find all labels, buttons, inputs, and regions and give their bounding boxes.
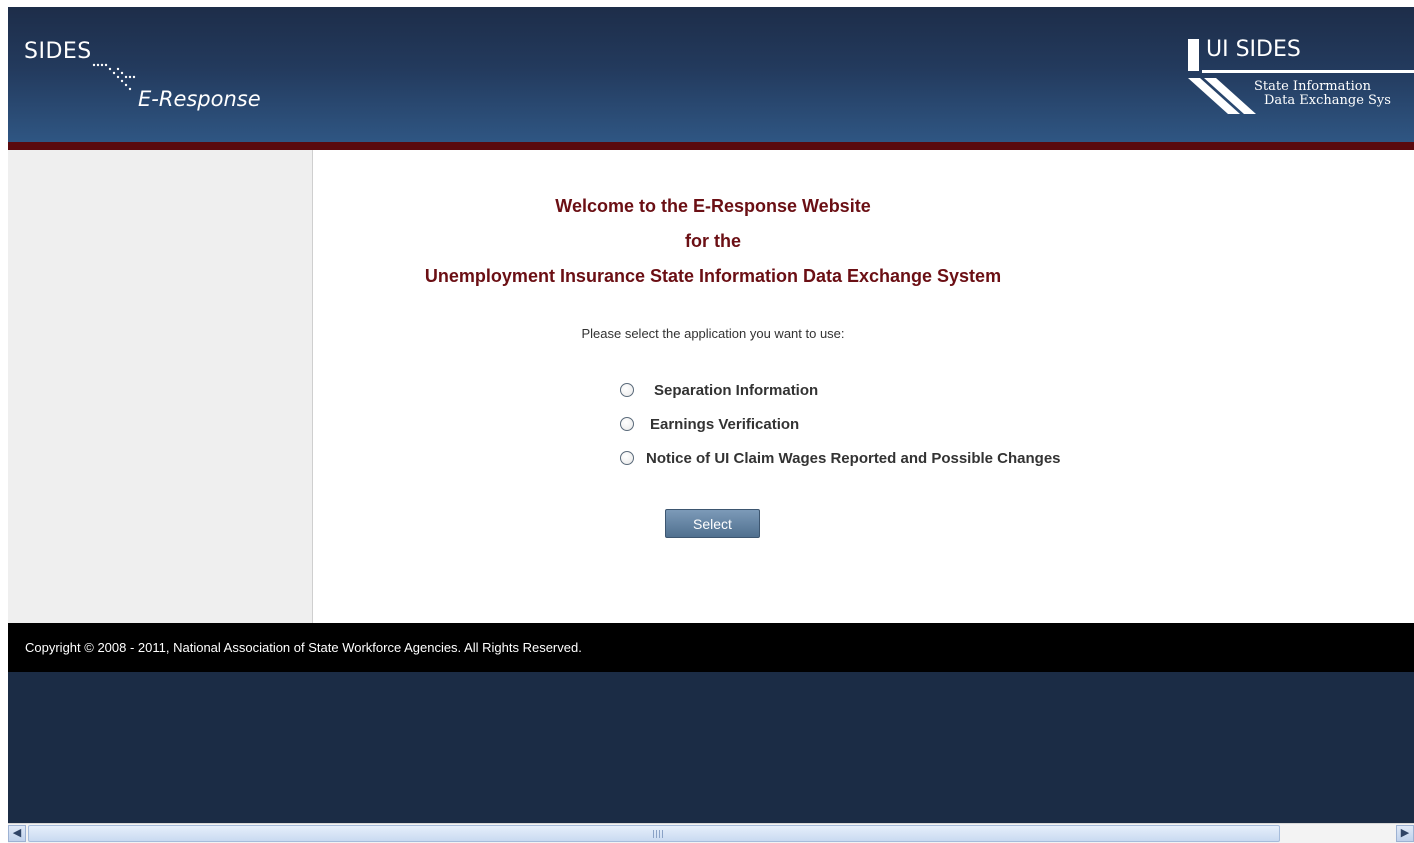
page-bottom-area — [8, 672, 1414, 823]
option-earnings-verification[interactable]: Earnings Verification — [620, 413, 799, 435]
horizontal-scrollbar[interactable]: ◀ ▶ — [8, 823, 1414, 843]
ui-sides-subtitle-2: Data Exchange Sys — [1264, 93, 1391, 108]
scrollbar-grip — [653, 830, 663, 838]
application-prompt: Please select the application you want t… — [581, 326, 845, 341]
browser-page: SIDES E-Response UI SIDES State Informat… — [8, 7, 1414, 823]
scrollbar-thumb[interactable] — [28, 825, 1280, 842]
chevron-left-icon[interactable]: ◀ — [8, 825, 26, 842]
header-accent-rule — [8, 142, 1414, 150]
ui-sides-subtitle-1: State Information — [1254, 79, 1371, 94]
eresponse-logo-text: E-Response — [138, 87, 261, 111]
option-label: Earnings Verification — [650, 415, 800, 433]
option-notice-of-ui-claim[interactable]: Notice of UI Claim Wages Reported and Po… — [620, 447, 1061, 469]
copyright-text: Copyright © 2008 - 2011, National Associ… — [25, 640, 582, 655]
option-label: Separation Information — [654, 381, 819, 399]
select-button[interactable]: Select — [665, 509, 760, 538]
site-footer: Copyright © 2008 - 2011, National Associ… — [8, 623, 1414, 672]
main-content: Welcome to the E-Response Website for th… — [313, 150, 1414, 623]
welcome-title-line-3: Unemployment Insurance State Information… — [424, 266, 1002, 286]
ui-sides-logo: UI SIDES State Information Data Exchange… — [1188, 37, 1414, 122]
left-sidebar — [8, 150, 313, 623]
radio-earnings-verification[interactable] — [620, 417, 634, 431]
ui-sides-stripes-icon — [1188, 78, 1256, 114]
ui-sides-logo-rule — [1202, 70, 1414, 73]
welcome-title-line-1: Welcome to the E-Response Website — [555, 196, 871, 216]
chevron-right-icon[interactable]: ▶ — [1396, 825, 1414, 842]
site-header: SIDES E-Response UI SIDES State Informat… — [8, 7, 1414, 142]
radio-separation-information[interactable] — [620, 383, 634, 397]
radio-notice-of-ui-claim[interactable] — [620, 451, 634, 465]
welcome-title-line-2: for the — [685, 231, 741, 251]
sides-logo-dots-icon — [92, 63, 136, 91]
option-label: Notice of UI Claim Wages Reported and Po… — [646, 449, 1061, 467]
sides-logo-text: SIDES — [24, 39, 92, 64]
ui-sides-logo-bar — [1188, 39, 1199, 71]
option-separation-information[interactable]: Separation Information — [620, 379, 818, 401]
ui-sides-logo-title: UI SIDES — [1206, 37, 1301, 62]
